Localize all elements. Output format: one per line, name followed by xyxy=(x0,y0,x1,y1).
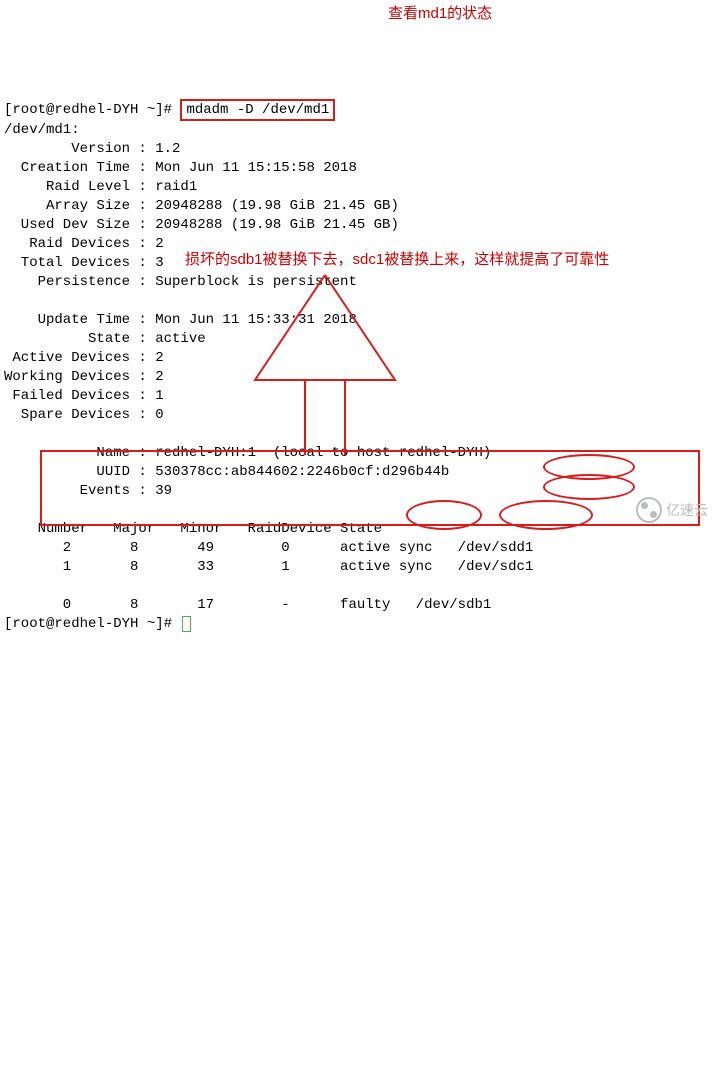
watermark: 亿速云 xyxy=(636,497,708,523)
kv-raid-devices: Raid Devices : 2 xyxy=(4,236,164,252)
terminal-output: [root@redhel-DYH ~]# mdadm -D /dev/md1 /… xyxy=(4,80,710,634)
watermark-logo-icon xyxy=(636,497,662,523)
kv-spare-devices: Spare Devices : 0 xyxy=(4,407,164,423)
kv-raid-level: Raid Level : raid1 xyxy=(4,179,197,195)
kv-working-devices: Working Devices : 2 xyxy=(4,369,164,385)
kv-name: Name : redhel-DYH:1 (local to host redhe… xyxy=(4,445,491,461)
prompt: [root@redhel-DYH ~]# xyxy=(4,616,180,632)
kv-events: Events : 39 xyxy=(4,483,172,499)
table-row: 0 8 17 - faulty /dev/sdb1 xyxy=(4,597,491,613)
annotation-replacement: 损坏的sdb1被替换下去，sdc1被替换上来，这样就提高了可靠性 xyxy=(185,250,609,269)
kv-used-dev-size: Used Dev Size : 20948288 (19.98 GiB 21.4… xyxy=(4,217,399,233)
device-header: /dev/md1: xyxy=(4,122,80,138)
cursor-icon xyxy=(182,616,191,632)
kv-creation-time: Creation Time : Mon Jun 11 15:15:58 2018 xyxy=(4,160,357,176)
annotation-md1-state: 查看md1的状态 xyxy=(388,4,492,23)
command-text: mdadm -D /dev/md1 xyxy=(186,102,329,118)
table-row: 1 8 33 1 active sync /dev/sdc1 xyxy=(4,559,533,575)
kv-uuid: UUID : 530378cc:ab844602:2246b0cf:d296b4… xyxy=(4,464,449,480)
kv-total-devices: Total Devices : 3 xyxy=(4,255,164,271)
prompt: [root@redhel-DYH ~]# xyxy=(4,102,180,118)
watermark-text: 亿速云 xyxy=(666,501,708,520)
table-header: Number Major Minor RaidDevice State xyxy=(4,521,382,537)
kv-failed-devices: Failed Devices : 1 xyxy=(4,388,164,404)
command-highlight-box: mdadm -D /dev/md1 xyxy=(180,99,335,121)
kv-persistence: Persistence : Superblock is persistent xyxy=(4,274,357,290)
kv-version: Version : 1.2 xyxy=(4,141,180,157)
kv-active-devices: Active Devices : 2 xyxy=(4,350,164,366)
kv-array-size: Array Size : 20948288 (19.98 GiB 21.45 G… xyxy=(4,198,399,214)
kv-state: State : active xyxy=(4,331,206,347)
kv-update-time: Update Time : Mon Jun 11 15:33:31 2018 xyxy=(4,312,357,328)
table-row: 2 8 49 0 active sync /dev/sdd1 xyxy=(4,540,533,556)
